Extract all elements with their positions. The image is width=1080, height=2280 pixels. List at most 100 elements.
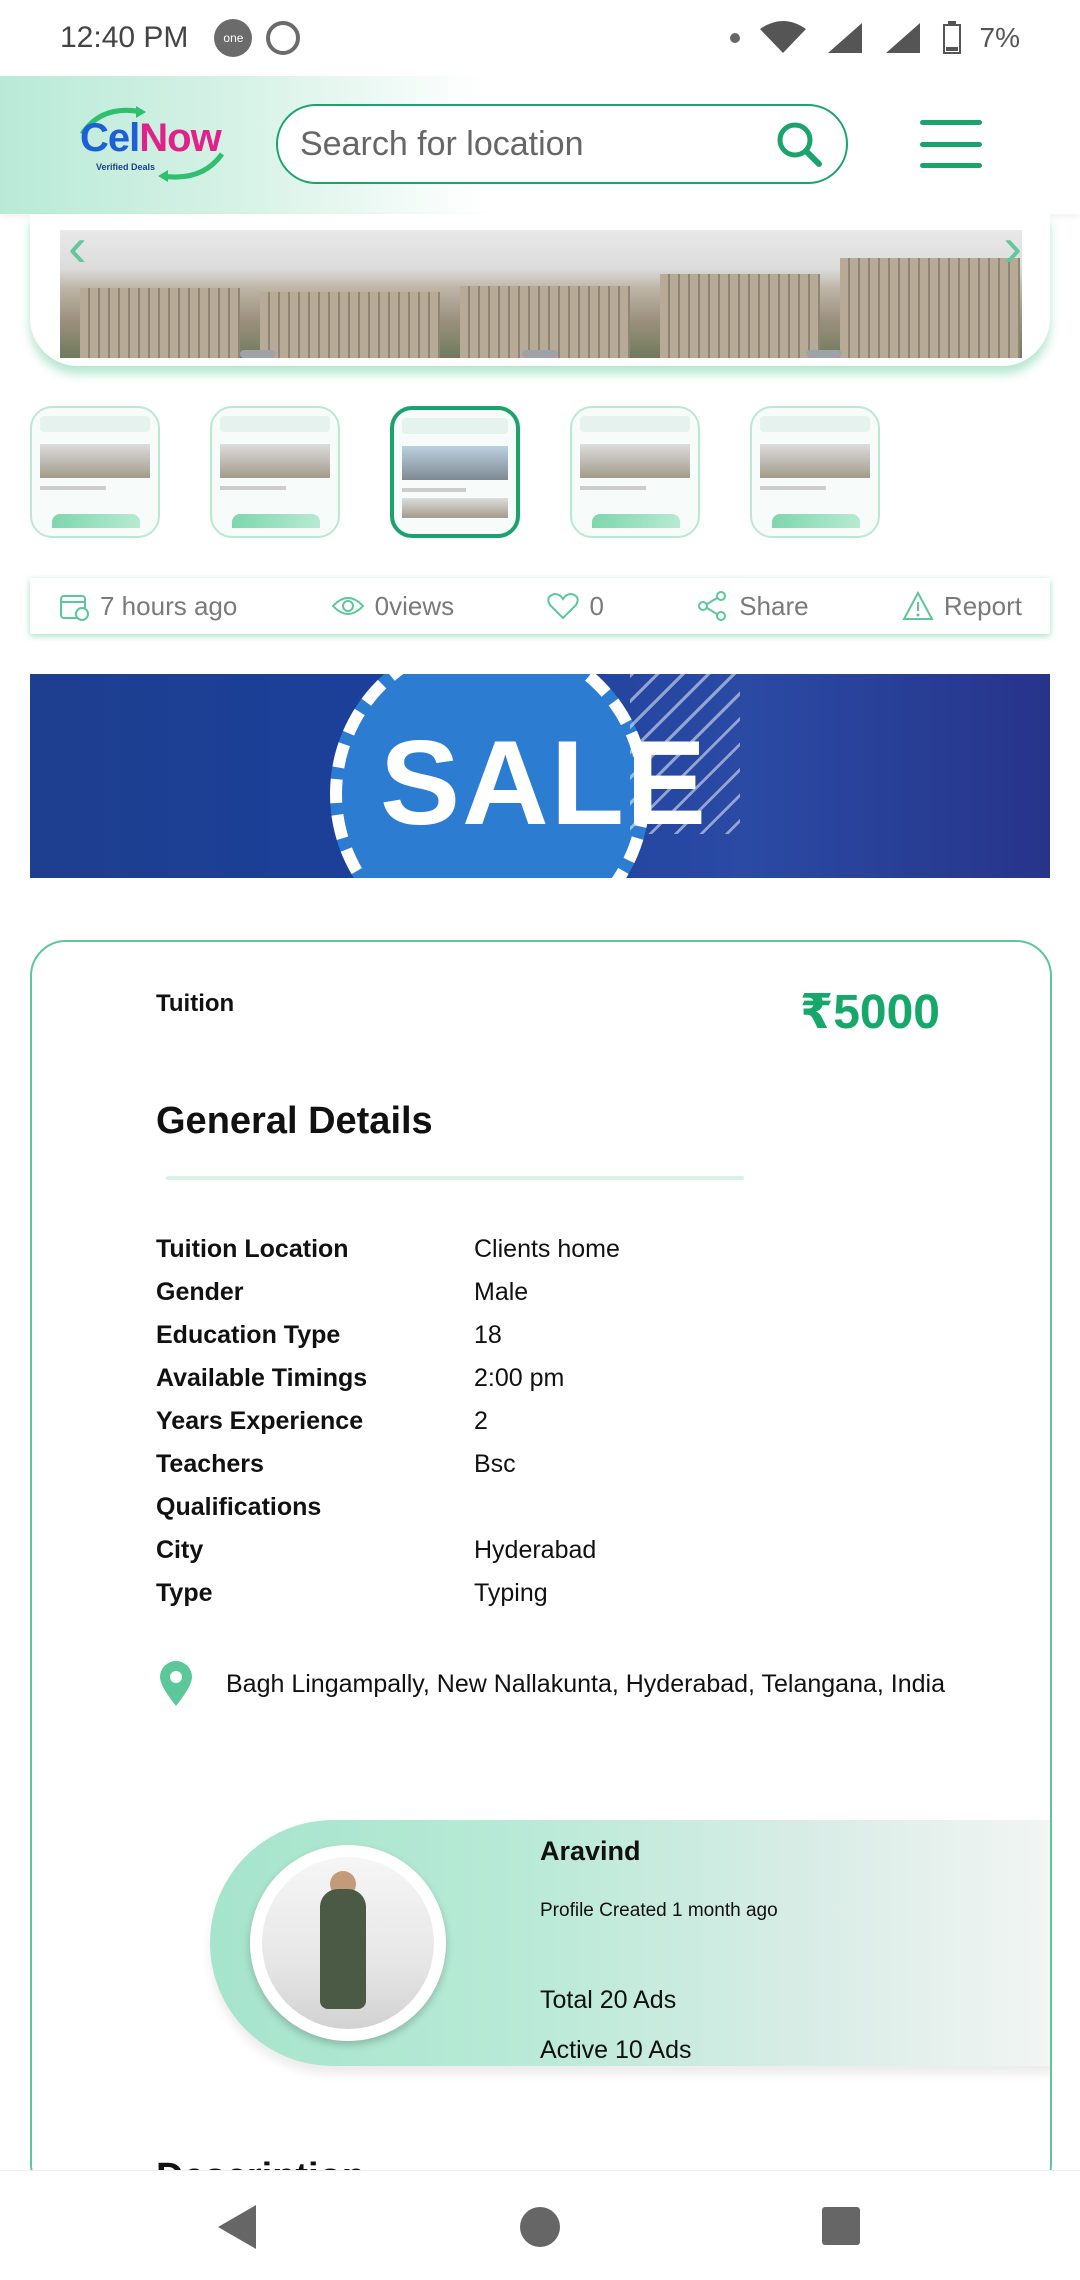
report-label: Report: [943, 590, 1022, 621]
thumbnail-strip: [30, 406, 880, 538]
eye-icon: [331, 597, 365, 615]
home-icon[interactable]: [520, 2207, 560, 2247]
detail-value: 2: [474, 1407, 488, 1435]
detail-value: Male: [474, 1278, 529, 1306]
seller-profile-card[interactable]: Aravind Profile Created 1 month ago Tota…: [210, 1820, 1050, 2066]
menu-line: [920, 120, 982, 125]
thumbnail-selected[interactable]: [390, 406, 520, 538]
signal-icon: [827, 23, 862, 53]
carousel-prev-icon[interactable]: ‹: [68, 214, 87, 279]
detail-row: Type Typing: [156, 1572, 956, 1615]
detail-value: 18: [474, 1321, 502, 1349]
report-button[interactable]: Report: [902, 591, 1022, 622]
detail-value: Bsc: [474, 1450, 516, 1478]
status-bar: 12:40 PM one 7%: [0, 0, 1080, 76]
carousel-next-icon[interactable]: ›: [1003, 214, 1022, 279]
building-shape: [460, 286, 630, 358]
celnow-logo[interactable]: CelNow Verified Deals: [72, 104, 232, 184]
hamburger-menu-icon[interactable]: [920, 120, 982, 168]
logo-brand: CelNow: [80, 116, 222, 161]
posted-time-text: 7 hours ago: [100, 590, 238, 621]
detail-row: Teachers Bsc: [156, 1443, 956, 1486]
thumbnail[interactable]: [750, 406, 880, 538]
logo-brand-now: Now: [139, 116, 221, 160]
seller-total-ads: Total 20 Ads: [540, 1986, 677, 2014]
detail-value: Hyderabad: [474, 1536, 597, 1564]
image-carousel[interactable]: ‹ ›: [30, 214, 1050, 366]
detail-key: Available Timings: [156, 1364, 368, 1392]
section-divider: [166, 1176, 744, 1180]
detail-key: Qualifications: [156, 1493, 322, 1521]
detail-key: Type: [156, 1579, 213, 1607]
avatar-body: [320, 1889, 366, 2009]
detail-key: Years Experience: [156, 1407, 364, 1435]
details-table: Tuition Location Clients home Gender Male …: [156, 1228, 956, 1615]
thumbnail[interactable]: [210, 406, 340, 538]
posted-time: 7 hours ago: [58, 590, 237, 622]
detail-value: Clients home: [474, 1235, 620, 1263]
detail-row: Tuition Location Clients home: [156, 1228, 956, 1271]
detail-row: City Hyderabad: [156, 1529, 956, 1572]
like-button[interactable]: 0: [547, 591, 604, 622]
detail-key: Gender: [156, 1278, 244, 1306]
address-text: Bagh Lingampally, New Nallakunta, Hydera…: [226, 1669, 945, 1698]
warning-icon[interactable]: [902, 591, 934, 621]
carousel-indicator: [240, 350, 276, 358]
recent-apps-icon[interactable]: [822, 2207, 860, 2245]
heart-icon[interactable]: [547, 592, 580, 620]
seller-avatar[interactable]: [250, 1845, 446, 2041]
battery-percent: 7%: [979, 22, 1020, 53]
logo-brand-cel: Cel: [80, 116, 140, 160]
views-count: 0views: [331, 591, 454, 622]
listing-address[interactable]: Bagh Lingampally, New Nallakunta, Hydera…: [156, 1660, 945, 1708]
system-nav-bar: [0, 2170, 1080, 2280]
one-app-icon: one: [214, 19, 253, 57]
share-label: Share: [739, 590, 809, 621]
seller-active-ads: Active 10 Ads: [540, 2036, 692, 2064]
menu-line: [920, 163, 982, 168]
avatar-image: [262, 1857, 434, 2029]
back-icon[interactable]: [218, 2205, 256, 2249]
carousel-indicator: [522, 350, 558, 358]
seller-name[interactable]: Aravind: [540, 1836, 641, 1867]
wifi-icon: [759, 21, 806, 53]
detail-key: Education Type: [156, 1321, 341, 1349]
listing-meta-bar: 7 hours ago 0views 0 Share Report: [30, 578, 1050, 634]
logo-tagline: Verified Deals: [96, 162, 156, 172]
search-bar[interactable]: Search for location: [276, 104, 848, 184]
sale-banner[interactable]: SALE: [30, 674, 1050, 878]
share-icon[interactable]: [697, 590, 729, 622]
carousel-indicator: [806, 350, 842, 358]
detail-row: Gender Male: [156, 1271, 956, 1314]
detail-key: City: [156, 1536, 204, 1564]
seller-created: Profile Created 1 month ago: [540, 1900, 778, 1921]
search-input[interactable]: Search for location: [300, 125, 774, 164]
general-details-title: General Details: [156, 1100, 433, 1142]
thumbnail[interactable]: [570, 406, 700, 538]
views-text: 0views: [374, 590, 455, 621]
building-shape: [80, 288, 240, 358]
menu-line: [920, 141, 982, 147]
search-icon[interactable]: [774, 119, 824, 169]
notification-app-icon: [266, 21, 301, 55]
listing-main-image[interactable]: [60, 230, 1022, 358]
app-header: CelNow Verified Deals Search for locatio…: [0, 76, 1080, 214]
detail-row: Available Timings 2:00 pm: [156, 1357, 956, 1400]
listing-price: ₹5000: [799, 986, 940, 1039]
building-shape: [260, 292, 440, 358]
signal-icon-2: [885, 23, 920, 53]
listing-category: Tuition: [156, 990, 235, 1017]
share-button[interactable]: Share: [697, 590, 809, 622]
detail-row: Years Experience 2: [156, 1400, 956, 1443]
calendar-icon: [60, 595, 89, 621]
detail-key: Tuition Location: [156, 1235, 349, 1263]
status-right: 7%: [729, 21, 1020, 55]
notification-dot-icon: [729, 33, 740, 43]
status-time: 12:40 PM: [60, 21, 189, 54]
detail-value: [474, 1486, 956, 1529]
listing-details-card: Tuition ₹5000 General Details Tuition Lo…: [30, 940, 1052, 2200]
location-pin-icon: [160, 1661, 192, 1706]
detail-key: Teachers: [156, 1450, 264, 1478]
banner-sale-text: SALE: [380, 716, 709, 850]
thumbnail[interactable]: [30, 406, 160, 538]
